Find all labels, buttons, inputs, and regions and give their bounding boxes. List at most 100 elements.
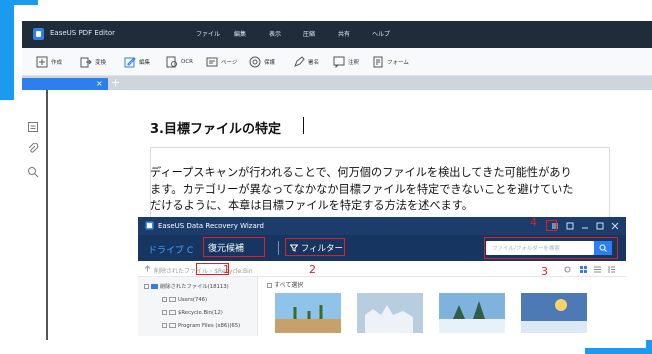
paragraph-line-3[interactable]: だけるように、本章は目標ファイルを特定する方法を述べます。: [150, 197, 473, 213]
checkbox[interactable]: [267, 283, 272, 288]
form-button[interactable]: フォーム: [372, 55, 409, 69]
app-logo-icon: [33, 28, 44, 40]
comment-icon: [333, 56, 345, 68]
close-icon[interactable]: [611, 222, 619, 230]
tree-item-label: $Recycle.Bin(12): [178, 310, 223, 316]
nav-divider: [278, 241, 279, 255]
screenshot: EaseUS PDF Editor ファイル 編集 表示 圧縮 共有 ヘルプ 作…: [0, 0, 652, 354]
paragraph-line-2[interactable]: ます。カテゴリーが異なってなかなか目標ファイルを特定できないことを避けていた: [150, 181, 573, 197]
recovery-restore-icon[interactable]: [566, 222, 574, 230]
attachment-icon[interactable]: [27, 143, 39, 155]
document-tabbar: × +: [22, 76, 652, 90]
search-icon[interactable]: [27, 166, 39, 178]
photo-thumbnail-sunset[interactable]: [521, 293, 587, 333]
corner-accent-bottom: [585, 348, 652, 354]
corner-accent-top: [0, 0, 38, 5]
tree-item-recycle-bin[interactable]: $Recycle.Bin(12): [160, 310, 223, 316]
annotation-number-1: 1: [223, 263, 230, 276]
menu-help[interactable]: ヘルプ: [372, 29, 390, 38]
annotation-number-4: 4: [530, 216, 537, 229]
maximize-icon[interactable]: [596, 222, 604, 230]
recovery-wizard-image: EaseUS Data Recovery Wizard ドライブ C 復元候補 …: [138, 217, 626, 336]
recovery-logo-icon: [145, 221, 154, 230]
drive-label[interactable]: ドライブ C: [148, 243, 193, 256]
highlight-recovery-tab: [203, 237, 265, 257]
photo-thumbnail-snow[interactable]: [439, 293, 505, 333]
folder-icon: [151, 284, 158, 289]
app-title: EaseUS PDF Editor: [50, 29, 116, 37]
create-icon: [36, 56, 48, 68]
checkbox[interactable]: [162, 323, 167, 328]
folder-icon: [169, 297, 176, 302]
checkbox[interactable]: [162, 297, 167, 302]
document-heading[interactable]: 3.目標ファイルの特定: [150, 118, 281, 137]
sign-icon: [294, 56, 305, 67]
edit-label: 編集: [139, 60, 151, 66]
highlight-filter: [285, 238, 345, 256]
protect-label: 保護: [264, 60, 276, 66]
page-button[interactable]: ページ: [206, 55, 237, 69]
page-icon: [206, 57, 218, 67]
recovery-file-grid: すべて選択: [259, 277, 626, 336]
edit-button[interactable]: 編集: [124, 55, 150, 69]
highlight-menu-icon: [546, 220, 557, 231]
menu-share[interactable]: 共有: [338, 29, 350, 38]
convert-label: 変換: [95, 60, 107, 66]
list-view-icon[interactable]: [594, 266, 601, 273]
recovery-title: EaseUS Data Recovery Wizard: [158, 222, 264, 230]
minimize-icon[interactable]: [581, 222, 589, 230]
protect-icon: [249, 56, 261, 68]
menu-file[interactable]: ファイル: [196, 29, 220, 38]
checkbox[interactable]: [144, 284, 149, 289]
grid-view-icon[interactable]: [580, 266, 587, 273]
protect-button[interactable]: 保護: [249, 55, 275, 69]
tree-item-deleted[interactable]: 削除されたファイル(18113): [142, 282, 229, 290]
page-label: ページ: [221, 60, 238, 66]
detail-view-icon[interactable]: [608, 266, 615, 273]
annotation-number-2: 2: [309, 263, 316, 276]
create-button[interactable]: 作成: [36, 55, 62, 69]
annotation-number-3: 3: [541, 265, 548, 278]
left-sidebar: [22, 90, 46, 340]
new-tab-button[interactable]: +: [111, 77, 120, 88]
menu-view[interactable]: 表示: [269, 29, 281, 38]
convert-icon: [80, 57, 92, 68]
tree-item-label: Program Files (x86)(65): [178, 323, 241, 329]
tree-item-label: 削除されたファイル(18113): [160, 284, 229, 290]
highlight-search: [484, 237, 618, 259]
ocr-icon: [166, 56, 177, 68]
menu-edit[interactable]: 編集: [234, 29, 246, 38]
form-icon: [373, 56, 383, 68]
ocr-label: OCR: [181, 59, 193, 65]
create-label: 作成: [51, 60, 63, 66]
sign-label: 署名: [308, 60, 320, 66]
settings-icon[interactable]: [564, 266, 571, 273]
photo-thumbnail-castle[interactable]: [357, 293, 423, 333]
paragraph-line-1[interactable]: ディープスキャンが行われることで、何万個のファイルを検出してきた可能性があり: [150, 164, 572, 180]
recovery-folder-tree: 削除されたファイル(18113) Users(746) $Recycle.Bin…: [138, 277, 258, 336]
select-all-label: すべて選択: [274, 282, 304, 289]
comment-button[interactable]: 注釈: [333, 55, 359, 69]
corner-accent-top: [0, 0, 14, 100]
pdf-document-tab[interactable]: ×: [22, 78, 108, 90]
tree-item-program-files[interactable]: Program Files (x86)(65): [160, 323, 240, 329]
comment-label: 注釈: [348, 60, 360, 66]
app-titlebar: EaseUS PDF Editor ファイル 編集 表示 圧縮 共有 ヘルプ: [22, 21, 652, 48]
convert-button[interactable]: 変換: [80, 55, 106, 69]
form-label: フォーム: [387, 60, 409, 66]
photo-thumbnail-desert[interactable]: [275, 293, 341, 333]
checkbox[interactable]: [162, 310, 167, 315]
thumbnail-icon[interactable]: [27, 121, 39, 133]
menu-compress[interactable]: 圧縮: [303, 29, 315, 38]
folder-icon: [169, 323, 176, 328]
select-all-checkbox[interactable]: すべて選択: [265, 280, 303, 289]
ocr-button[interactable]: OCR: [166, 55, 193, 69]
up-arrow-icon[interactable]: [144, 265, 151, 272]
folder-icon: [169, 310, 176, 315]
tree-item-label: Users(746): [178, 297, 208, 303]
sign-button[interactable]: 署名: [293, 55, 319, 69]
edit-icon: [124, 57, 136, 68]
tree-item-users[interactable]: Users(746): [160, 297, 207, 303]
close-tab-icon[interactable]: ×: [96, 80, 103, 88]
main-toolbar: 作成 変換 編集 OCR ページ 保護 署名 注釈 フォーム: [22, 48, 652, 76]
